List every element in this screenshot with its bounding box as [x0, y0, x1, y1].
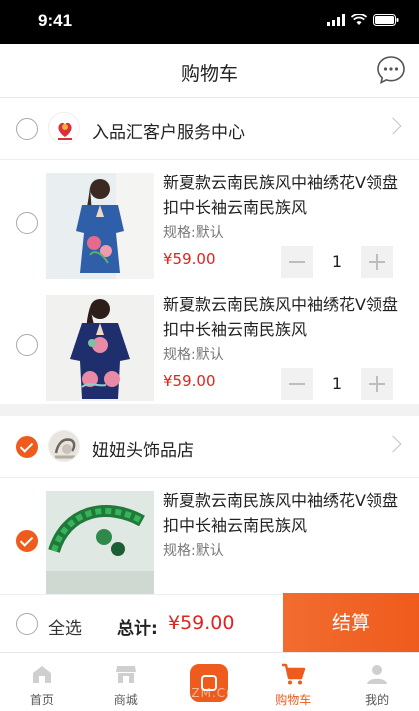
user-icon — [367, 665, 388, 684]
tab-home[interactable]: 首页 — [0, 653, 84, 711]
product-title[interactable]: 新夏款云南民族风中袖绣花V领盘扣中长袖云南民族风 — [163, 170, 399, 220]
cart-icon — [282, 663, 306, 685]
product-price: ¥59.00 — [163, 250, 216, 268]
select-all-label[interactable]: 全选 — [48, 614, 82, 639]
home-icon — [32, 666, 51, 683]
quantity-stepper: 1 — [281, 246, 393, 278]
status-icons — [327, 14, 399, 26]
shop-name: 入品汇客户服务中心 — [92, 123, 245, 143]
tab-camera[interactable] — [168, 653, 252, 711]
item-checkbox[interactable] — [16, 530, 38, 552]
shop-checkbox[interactable] — [16, 436, 38, 458]
tab-bar: 首页 商城 购物车 我的 — [0, 652, 419, 711]
cart-item: 新夏款云南民族风中袖绣花V领盘扣中长袖云南民族风 规格:默认 ¥59.00 1 — [0, 282, 419, 404]
tab-mine[interactable]: 我的 — [335, 653, 419, 711]
product-image[interactable] — [46, 295, 154, 401]
nav-bar: 购物车 — [0, 44, 419, 98]
wifi-icon — [351, 14, 367, 25]
increase-button[interactable] — [361, 246, 393, 278]
minus-icon — [289, 383, 305, 385]
product-title[interactable]: 新夏款云南民族风中袖绣花V领盘扣中长袖云南民族风 — [163, 292, 399, 342]
product-image[interactable] — [46, 491, 154, 594]
decrease-button[interactable] — [281, 246, 313, 278]
signal-icon — [327, 14, 345, 26]
store-icon — [115, 666, 136, 683]
status-bar: 9:41 — [0, 0, 419, 44]
camera-icon — [190, 664, 229, 702]
product-spec: 规格:默认 — [163, 543, 224, 559]
total-label: 总计: — [117, 619, 158, 639]
tab-label: 购物车 — [275, 693, 312, 707]
section-gap — [0, 404, 419, 416]
shop-name: 妞妞头饰品店 — [92, 441, 194, 461]
shop-header[interactable]: 妞妞头饰品店 — [0, 416, 419, 478]
chat-bubble-icon — [377, 56, 405, 84]
product-price: ¥59.00 — [163, 372, 216, 390]
tab-label: 商城 — [113, 693, 138, 707]
tab-label: 首页 — [29, 693, 54, 707]
cart-list[interactable]: 入品汇客户服务中心 新夏款云南民族风中袖绣花V领盘扣中长袖云南民族风 规格:默认 — [0, 98, 419, 594]
chevron-right-icon[interactable] — [384, 435, 402, 453]
page-title: 购物车 — [180, 63, 238, 85]
cart-item: 新夏款云南民族风中袖绣花V领盘扣中长袖云南民族风 规格:默认 — [0, 478, 419, 594]
tab-label: 我的 — [365, 693, 390, 707]
item-checkbox[interactable] — [16, 334, 38, 356]
checkout-button[interactable]: 结算 — [283, 593, 419, 653]
item-checkbox[interactable] — [16, 212, 38, 234]
shop-logo — [48, 112, 80, 144]
checkout-bar: 全选 总计: ¥59.00 结算 — [0, 593, 419, 653]
decrease-button[interactable] — [281, 368, 313, 400]
quantity-value[interactable]: 1 — [313, 246, 361, 278]
status-time: 9:41 — [38, 11, 73, 30]
cart-item: 新夏款云南民族风中袖绣花V领盘扣中长袖云南民族风 规格:默认 ¥59.00 1 — [0, 160, 419, 282]
shop-checkbox[interactable] — [16, 118, 38, 140]
product-spec: 规格:默认 — [163, 225, 224, 241]
chevron-right-icon[interactable] — [384, 117, 402, 135]
product-title[interactable]: 新夏款云南民族风中袖绣花V领盘扣中长袖云南民族风 — [163, 488, 399, 538]
product-spec: 规格:默认 — [163, 347, 224, 363]
battery-icon — [373, 14, 399, 26]
minus-icon — [289, 261, 305, 263]
shop-logo — [48, 430, 80, 462]
message-button[interactable] — [375, 54, 407, 86]
select-all-checkbox[interactable] — [16, 613, 38, 635]
tab-mall[interactable]: 商城 — [84, 653, 168, 711]
shop-header[interactable]: 入品汇客户服务中心 — [0, 98, 419, 160]
product-image[interactable] — [46, 173, 154, 279]
tab-cart[interactable]: 购物车 — [251, 653, 335, 711]
quantity-value[interactable]: 1 — [313, 368, 361, 400]
quantity-stepper: 1 — [281, 368, 393, 400]
shop-group: 入品汇客户服务中心 新夏款云南民族风中袖绣花V领盘扣中长袖云南民族风 规格:默认 — [0, 98, 419, 404]
shop-group: 妞妞头饰品店 新夏款云南民族风中袖绣花V领盘扣中长袖云南民族风 规格:默认 — [0, 416, 419, 594]
increase-button[interactable] — [361, 368, 393, 400]
total-value: ¥59.00 — [168, 612, 235, 634]
